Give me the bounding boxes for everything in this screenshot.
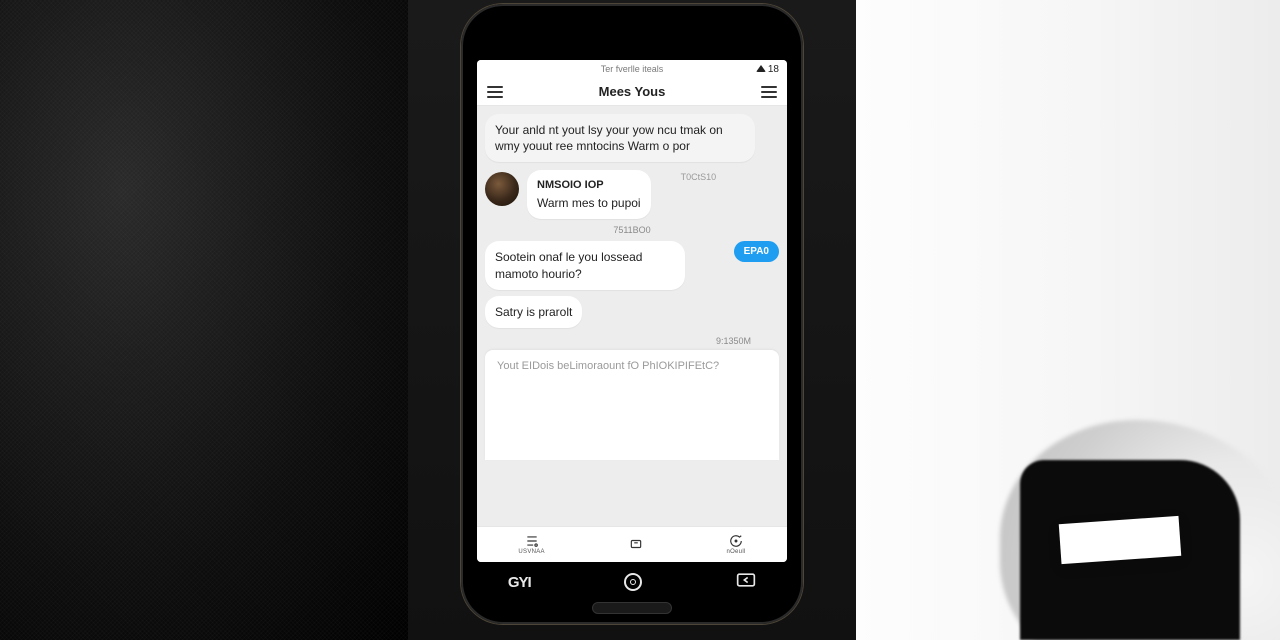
message-bubble[interactable]: Sootein onaf le you lossead mamoto houri… xyxy=(485,241,685,289)
android-nav: GYI xyxy=(461,570,803,594)
tab-bar: USVNAA nOeull xyxy=(477,526,787,562)
nav-home[interactable] xyxy=(624,573,642,591)
status-bar: Ter fverlle iteals 18 xyxy=(477,60,787,78)
carrier-label: Ter fverlle iteals xyxy=(601,64,664,74)
background-right xyxy=(856,0,1280,640)
menu-icon[interactable] xyxy=(487,86,503,98)
pill-text: EPA0 xyxy=(744,246,769,257)
phone-screen: Ter fverlle iteals 18 Mees Yous Y xyxy=(477,60,787,562)
compose-placeholder: Yout EIDois beLimoraount fO PhIOKIPIFEtC… xyxy=(497,360,719,372)
avatar[interactable] xyxy=(485,172,519,206)
message-text: Satry is prarolt xyxy=(495,305,572,319)
message-text: Sootein onaf le you lossead mamoto houri… xyxy=(495,250,642,280)
nav-back[interactable] xyxy=(736,572,756,593)
tab-item[interactable]: nOeull xyxy=(726,534,745,555)
options-icon[interactable] xyxy=(761,86,777,98)
chat-area: Your anld nt yout lsy your yow ncu tmak … xyxy=(477,106,787,526)
message-bubble[interactable]: NMSOIO IOP Warm mes to pupoi xyxy=(527,170,651,219)
day-separator: 7511BO0 xyxy=(485,225,779,235)
background-mid: Ter fverlle iteals 18 Mees Yous Y xyxy=(408,0,856,640)
tab-icon xyxy=(728,534,744,548)
wifi-icon xyxy=(756,65,766,72)
message-text: Warm mes to pupoi xyxy=(537,196,641,210)
message-timestamp: 9:1350M xyxy=(485,336,779,346)
nav-recents[interactable]: GYI xyxy=(508,574,531,591)
tab-icon xyxy=(628,537,644,551)
background-shape xyxy=(1059,516,1181,564)
tab-item[interactable]: USVNAA xyxy=(518,534,544,555)
message-header: NMSOIO IOP xyxy=(537,178,641,193)
message-row: NMSOIO IOP Warm mes to pupoi T0CtS10 xyxy=(485,170,779,219)
outgoing-pill[interactable]: EPA0 xyxy=(734,241,779,262)
tab-icon xyxy=(524,534,540,548)
clock: 18 xyxy=(768,64,779,75)
background-left xyxy=(0,0,408,640)
message-bubble[interactable]: Your anld nt yout lsy your yow ncu tmak … xyxy=(485,114,755,162)
tab-item[interactable] xyxy=(628,537,644,552)
phone-frame: Ter fverlle iteals 18 Mees Yous Y xyxy=(461,4,803,624)
app-bar: Mees Yous xyxy=(477,78,787,106)
message-timestamp: T0CtS10 xyxy=(681,172,717,182)
message-text: Your anld nt yout lsy your yow ncu tmak … xyxy=(495,123,723,153)
message-bubble[interactable]: Satry is prarolt xyxy=(485,296,582,328)
tab-label: nOeull xyxy=(726,549,745,555)
tab-label: USVNAA xyxy=(518,549,544,555)
page-title: Mees Yous xyxy=(599,84,666,99)
compose-input[interactable]: Yout EIDois beLimoraount fO PhIOKIPIFEtC… xyxy=(485,350,779,460)
home-button[interactable] xyxy=(592,602,672,614)
